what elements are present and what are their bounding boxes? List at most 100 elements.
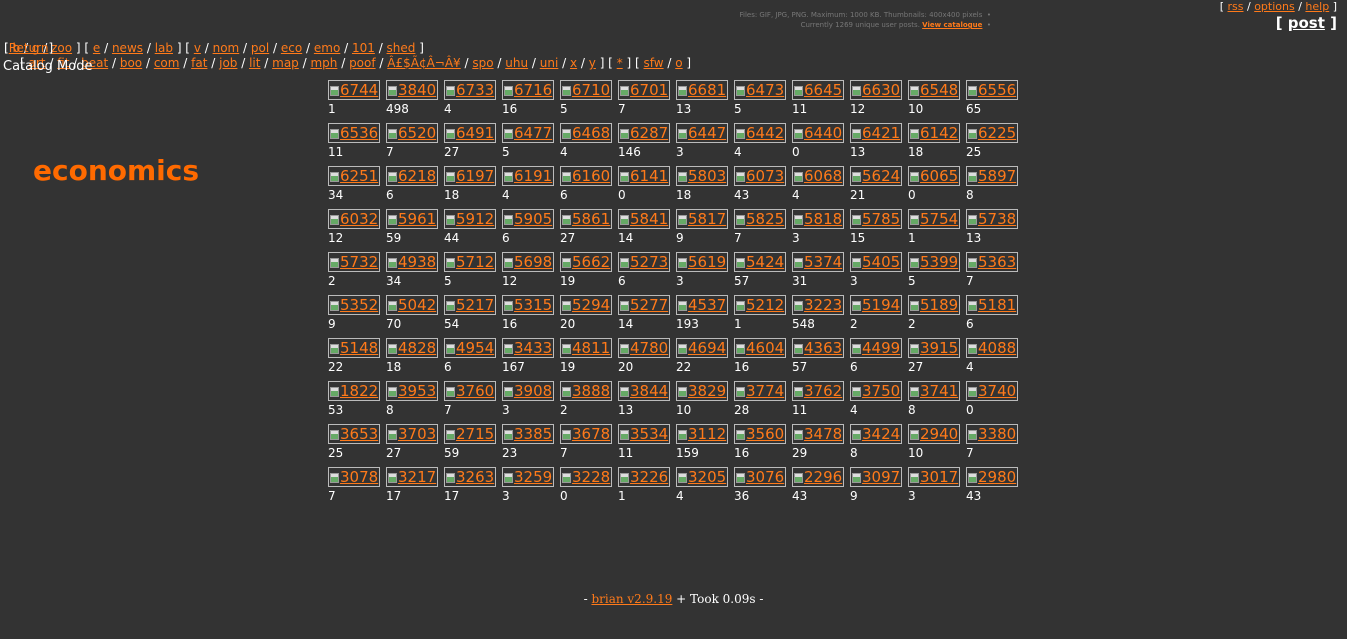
thread-thumbnail-link[interactable]: 3760 (444, 381, 496, 401)
thread-thumbnail-link[interactable]: 6548 (908, 80, 960, 100)
thread-thumbnail-link[interactable]: 6468 (560, 123, 612, 143)
thread-thumbnail-link[interactable]: 3844 (618, 381, 670, 401)
thread-thumbnail-link[interactable]: 6710 (560, 80, 612, 100)
thread-thumbnail-link[interactable]: 3223 (792, 295, 844, 315)
thread-thumbnail-link[interactable]: 3741 (908, 381, 960, 401)
board-link-3[interactable]: e (93, 41, 100, 55)
thread-thumbnail-link[interactable]: 3226 (618, 467, 670, 487)
thread-thumbnail-link[interactable]: 3840 (386, 80, 438, 100)
board-link-7[interactable]: lit (249, 56, 260, 70)
thread-thumbnail-link[interactable]: 3774 (734, 381, 786, 401)
board-link-4[interactable]: com (154, 56, 180, 70)
thread-thumbnail-link[interactable]: 5754 (908, 209, 960, 229)
thread-thumbnail-link[interactable]: 6073 (734, 166, 786, 186)
thread-thumbnail-link[interactable]: 5424 (734, 252, 786, 272)
board-link-6[interactable]: v (194, 41, 201, 55)
thread-thumbnail-link[interactable]: 6701 (618, 80, 670, 100)
thread-thumbnail-link[interactable]: 5181 (966, 295, 1018, 315)
thread-thumbnail-link[interactable]: 3433 (502, 338, 554, 358)
thread-thumbnail-link[interactable]: 5624 (850, 166, 902, 186)
thread-thumbnail-link[interactable]: 5712 (444, 252, 496, 272)
board-link-2[interactable]: zoo (51, 41, 72, 55)
thread-thumbnail-link[interactable]: 3953 (386, 381, 438, 401)
thread-thumbnail-link[interactable]: 6520 (386, 123, 438, 143)
thread-thumbnail-link[interactable]: 2980 (966, 467, 1018, 487)
thread-thumbnail-link[interactable]: 5217 (444, 295, 496, 315)
thread-thumbnail-link[interactable]: 3205 (676, 467, 728, 487)
thread-thumbnail-link[interactable]: 6191 (502, 166, 554, 186)
thread-thumbnail-link[interactable]: 4811 (560, 338, 612, 358)
thread-thumbnail-link[interactable]: 5732 (328, 252, 380, 272)
thread-thumbnail-link[interactable]: 6160 (560, 166, 612, 186)
board-link-19[interactable]: o (675, 56, 682, 70)
thread-thumbnail-link[interactable]: 5825 (734, 209, 786, 229)
thread-thumbnail-link[interactable]: 3385 (502, 424, 554, 444)
rss-link[interactable]: rss (1228, 0, 1244, 13)
thread-thumbnail-link[interactable]: 5619 (676, 252, 728, 272)
post-link[interactable]: post (1288, 14, 1325, 32)
thread-thumbnail-link[interactable]: 5861 (560, 209, 612, 229)
board-link-9[interactable]: eco (281, 41, 302, 55)
board-link-11[interactable]: Â£$Ã¢Â¬Â¥ (387, 56, 460, 70)
thread-thumbnail-link[interactable]: 4537 (676, 295, 728, 315)
thread-thumbnail-link[interactable]: 5738 (966, 209, 1018, 229)
thread-thumbnail-link[interactable]: 5352 (328, 295, 380, 315)
thread-thumbnail-link[interactable]: 5374 (792, 252, 844, 272)
board-link-5[interactable]: lab (155, 41, 173, 55)
thread-thumbnail-link[interactable]: 6142 (908, 123, 960, 143)
board-link-6[interactable]: job (219, 56, 237, 70)
thread-thumbnail-link[interactable]: 5194 (850, 295, 902, 315)
thread-thumbnail-link[interactable]: 3829 (676, 381, 728, 401)
thread-thumbnail-link[interactable]: 3703 (386, 424, 438, 444)
thread-thumbnail-link[interactable]: 5212 (734, 295, 786, 315)
board-link-12[interactable]: shed (387, 41, 416, 55)
thread-thumbnail-link[interactable]: 5841 (618, 209, 670, 229)
thread-thumbnail-link[interactable]: 1822 (328, 381, 380, 401)
thread-thumbnail-link[interactable]: 6447 (676, 123, 728, 143)
thread-thumbnail-link[interactable]: 3380 (966, 424, 1018, 444)
thread-thumbnail-link[interactable]: 5399 (908, 252, 960, 272)
thread-thumbnail-link[interactable]: 6287 (618, 123, 670, 143)
thread-thumbnail-link[interactable]: 6251 (328, 166, 380, 186)
thread-thumbnail-link[interactable]: 4694 (676, 338, 728, 358)
thread-thumbnail-link[interactable]: 4828 (386, 338, 438, 358)
board-link-15[interactable]: x (570, 56, 577, 70)
thread-thumbnail-link[interactable]: 3653 (328, 424, 380, 444)
thread-thumbnail-link[interactable]: 5315 (502, 295, 554, 315)
thread-thumbnail-link[interactable]: 6744 (328, 80, 380, 100)
thread-thumbnail-link[interactable]: 6630 (850, 80, 902, 100)
thread-thumbnail-link[interactable]: 6556 (966, 80, 1018, 100)
board-link-5[interactable]: fat (191, 56, 207, 70)
thread-thumbnail-link[interactable]: 6141 (618, 166, 670, 186)
thread-thumbnail-link[interactable]: 3888 (560, 381, 612, 401)
board-link-3[interactable]: boo (120, 56, 142, 70)
thread-thumbnail-link[interactable]: 3097 (850, 467, 902, 487)
thread-thumbnail-link[interactable]: 3112 (676, 424, 728, 444)
thread-thumbnail-link[interactable]: 5042 (386, 295, 438, 315)
board-link-16[interactable]: y (589, 56, 596, 70)
thread-thumbnail-link[interactable]: 6733 (444, 80, 496, 100)
thread-thumbnail-link[interactable]: 3217 (386, 467, 438, 487)
thread-thumbnail-link[interactable]: 6681 (676, 80, 728, 100)
thread-thumbnail-link[interactable]: 3560 (734, 424, 786, 444)
board-link-14[interactable]: uni (540, 56, 559, 70)
thread-thumbnail-link[interactable]: 5818 (792, 209, 844, 229)
thread-thumbnail-link[interactable]: 4954 (444, 338, 496, 358)
thread-thumbnail-link[interactable]: 5273 (618, 252, 670, 272)
options-link[interactable]: options (1254, 0, 1295, 13)
thread-thumbnail-link[interactable]: 6197 (444, 166, 496, 186)
thread-thumbnail-link[interactable]: 6225 (966, 123, 1018, 143)
thread-thumbnail-link[interactable]: 3678 (560, 424, 612, 444)
view-catalogue-link[interactable]: View catalogue (922, 21, 982, 29)
thread-thumbnail-link[interactable]: 4604 (734, 338, 786, 358)
thread-thumbnail-link[interactable]: 6536 (328, 123, 380, 143)
thread-thumbnail-link[interactable]: 3228 (560, 467, 612, 487)
thread-thumbnail-link[interactable]: 4780 (618, 338, 670, 358)
thread-thumbnail-link[interactable]: 5912 (444, 209, 496, 229)
thread-thumbnail-link[interactable]: 3263 (444, 467, 496, 487)
thread-thumbnail-link[interactable]: 5294 (560, 295, 612, 315)
board-link-13[interactable]: uhu (505, 56, 528, 70)
thread-thumbnail-link[interactable]: 5148 (328, 338, 380, 358)
thread-thumbnail-link[interactable]: 3478 (792, 424, 844, 444)
board-link-12[interactable]: spo (472, 56, 493, 70)
